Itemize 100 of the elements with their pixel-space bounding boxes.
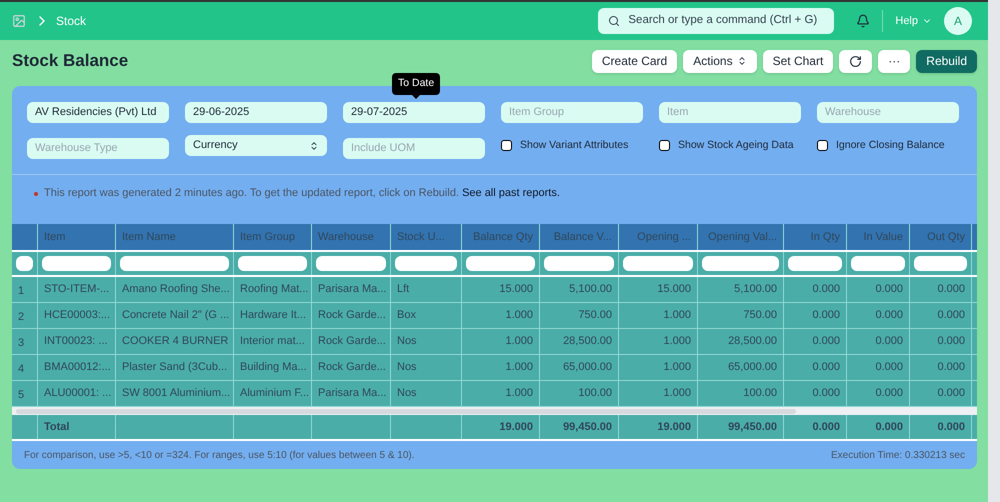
filter-field[interactable]: Warehouse xyxy=(817,102,959,122)
table-cell: Nos xyxy=(391,355,462,380)
column-filter-field[interactable] xyxy=(851,256,905,272)
filter-hint: For comparison, use >5, <10 or =324. For ranges, use 5:10 (for values between 5 & 10). xyxy=(24,448,414,463)
search-icon xyxy=(608,15,620,27)
table-cell: 0.000 xyxy=(784,329,847,354)
toolbar-button[interactable]: ··· xyxy=(878,50,910,72)
table-cell: Rock Garde... xyxy=(312,355,391,380)
table-cell: 750.00 xyxy=(698,303,784,328)
total-cell: 0.000 xyxy=(847,415,910,440)
table-cell: Rock Garde... xyxy=(312,329,391,354)
table-cell: Concrete Nail 2" (G ... xyxy=(116,303,234,328)
table-cell: 0.000 xyxy=(784,355,847,380)
search-field[interactable]: Search or type a command (Ctrl + G) xyxy=(598,8,834,34)
total-cell: 0.000 xyxy=(784,415,847,440)
column-filter-field[interactable] xyxy=(316,256,386,272)
refresh-icon xyxy=(849,54,862,68)
column-filter-field[interactable] xyxy=(702,256,779,272)
checkbox[interactable] xyxy=(817,140,828,151)
checkbox-label: Ignore Closing Balance xyxy=(836,138,945,153)
table-cell: 0.000 xyxy=(910,277,972,302)
total-cell: 19.000 xyxy=(619,415,698,440)
table-cell: 1.000 xyxy=(462,381,540,406)
table-cell: 0.000 xyxy=(784,381,847,406)
table-cell: Rock Garde... xyxy=(312,303,391,328)
toolbar-button[interactable]: Set Chart xyxy=(762,50,834,72)
table-cell: BMA00012:... xyxy=(38,355,116,380)
column-filter-field[interactable] xyxy=(16,256,33,272)
column-filter-field[interactable] xyxy=(395,256,457,272)
table-cell: 0.000 xyxy=(910,355,972,380)
table-cell: 1.000 xyxy=(619,381,698,406)
table-cell: 750.00 xyxy=(540,303,619,328)
table-cell: COOKER 4 BURNER xyxy=(116,329,234,354)
table-cell: 1.000 xyxy=(462,303,540,328)
past-reports-link[interactable]: See all past reports. xyxy=(462,187,560,200)
table-cell: Parisara Ma... xyxy=(312,381,391,406)
scrollbar-thumb[interactable] xyxy=(16,408,796,414)
table-cell: 1.000 xyxy=(619,303,698,328)
table-cell: Nos xyxy=(391,329,462,354)
currency-select[interactable]: Currency xyxy=(185,135,327,156)
column-filter-field[interactable] xyxy=(544,256,614,272)
table-cell: Parisara Ma... xyxy=(312,277,391,302)
row-number: 2 xyxy=(12,303,38,328)
table-cell: 0.000 xyxy=(910,381,972,406)
table-cell: 1.000 xyxy=(619,355,698,380)
filter-field[interactable]: Warehouse Type xyxy=(27,138,169,158)
table-cell: Amano Roofing She... xyxy=(116,277,234,302)
table-cell: 1.000 xyxy=(462,329,540,354)
toolbar-button[interactable]: Create Card xyxy=(592,50,678,72)
rebuild-button[interactable]: Rebuild xyxy=(916,50,977,72)
column-filter-field[interactable] xyxy=(914,256,967,272)
checkbox[interactable] xyxy=(501,140,512,151)
table-cell: Box xyxy=(391,303,462,328)
table-cell: 0.000 xyxy=(847,303,910,328)
table-cell: 100.00 xyxy=(540,381,619,406)
total-cell: 0.000 xyxy=(910,415,972,440)
page-scrollbar[interactable] xyxy=(988,0,1000,502)
updown-icon xyxy=(736,56,747,66)
column-filter-field[interactable] xyxy=(120,256,229,272)
actions-button[interactable]: Actions xyxy=(683,50,757,72)
table-cell: 15.000 xyxy=(619,277,698,302)
filter-field[interactable]: 29-06-2025 xyxy=(185,102,327,122)
table-cell: Roofing Mat... xyxy=(234,277,312,302)
column-filter-field[interactable] xyxy=(238,256,307,272)
table-cell: 65,000.00 xyxy=(698,355,784,380)
table-cell: Nos xyxy=(391,381,462,406)
table-cell: 0.000 xyxy=(910,329,972,354)
table-cell: 28,500.00 xyxy=(540,329,619,354)
table-cell: 5,100.00 xyxy=(698,277,784,302)
column-filter-field[interactable] xyxy=(623,256,693,272)
filter-field[interactable]: AV Residencies (Pvt) Ltd xyxy=(27,102,169,122)
table-cell: 0.000 xyxy=(847,277,910,302)
filter-field[interactable]: Item xyxy=(659,102,801,122)
report-notice: This report was generated 2 minutes ago. To get the updated report, click on Rebuild. See all past reports. xyxy=(44,186,560,202)
checkbox[interactable] xyxy=(659,140,670,151)
image-icon xyxy=(12,14,26,28)
table-cell: 1.000 xyxy=(619,329,698,354)
table-cell: 0.000 xyxy=(910,303,972,328)
table-cell: Lft xyxy=(391,277,462,302)
row-number: 1 xyxy=(12,277,38,302)
execution-time: Execution Time: 0.330213 sec xyxy=(831,448,965,463)
table-cell: HCE00003:... xyxy=(38,303,116,328)
table-cell: 5,100.00 xyxy=(540,277,619,302)
table-cell: 0.000 xyxy=(847,329,910,354)
column-filter-field[interactable] xyxy=(466,256,535,272)
filter-field[interactable]: Include UOM xyxy=(343,138,485,158)
table-cell: 0.000 xyxy=(784,303,847,328)
table-cell: 65,000.00 xyxy=(540,355,619,380)
filter-field[interactable]: Item Group xyxy=(501,102,643,122)
column-filter-field[interactable] xyxy=(42,256,111,272)
table-cell: 100.00 xyxy=(698,381,784,406)
row-number: 3 xyxy=(12,329,38,354)
column-filter-field[interactable] xyxy=(788,256,842,272)
bell-icon[interactable] xyxy=(856,14,870,28)
table-cell: 15.000 xyxy=(462,277,540,302)
table-cell: 28,500.00 xyxy=(698,329,784,354)
row-number: 5 xyxy=(12,381,38,406)
filter-field[interactable]: 29-07-2025 xyxy=(343,102,485,122)
refresh-button[interactable] xyxy=(839,50,872,72)
checkbox-label: Show Stock Ageing Data xyxy=(678,138,794,153)
